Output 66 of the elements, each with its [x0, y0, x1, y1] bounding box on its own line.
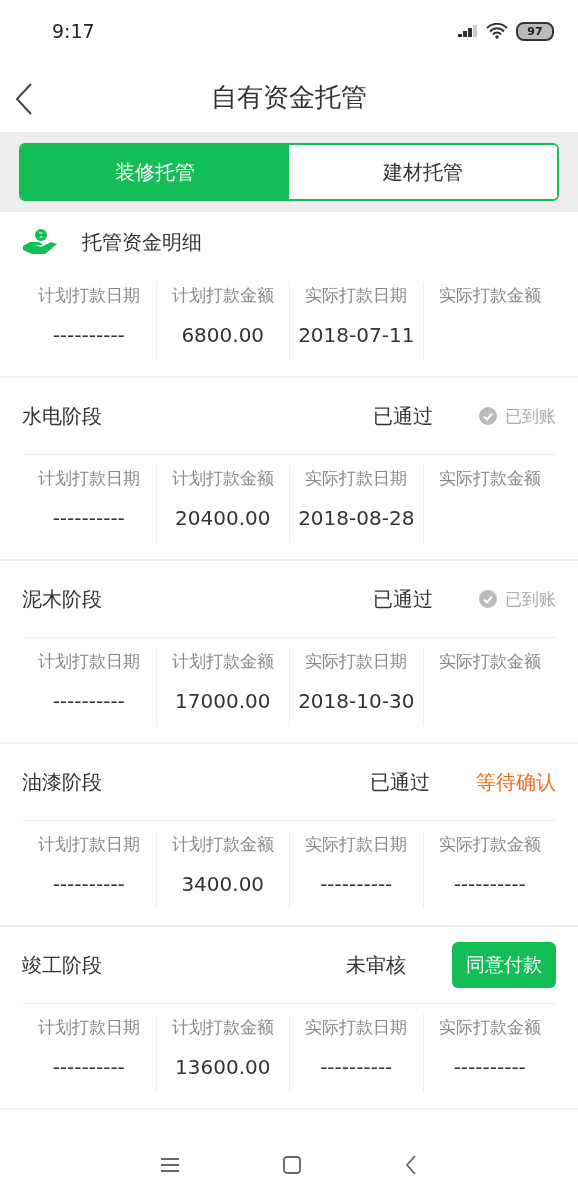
table-cell: 3400.00	[181, 872, 265, 896]
status-time: 9:17	[52, 20, 95, 42]
column-header: 计划打款金额	[171, 284, 274, 307]
column-header: 实际打款金额	[438, 284, 541, 307]
table-cell: 2018-10-30	[298, 689, 415, 713]
stage-name: 水电阶段	[22, 402, 103, 430]
table-cell: ----------	[453, 1055, 526, 1079]
column-header: 实际打款金额	[438, 650, 541, 673]
column-header: 计划打款金额	[171, 833, 274, 856]
check-circle-icon	[479, 590, 497, 608]
column-header: 实际打款日期	[305, 467, 408, 490]
menu-button[interactable]	[159, 1155, 181, 1175]
column-header: 计划打款日期	[37, 284, 140, 307]
table-cell: ----------	[52, 323, 125, 347]
table-cell: ----------	[453, 872, 526, 896]
stage-name: 泥木阶段	[22, 585, 103, 613]
table-cell: 20400.00	[175, 506, 271, 530]
wifi-icon	[486, 23, 508, 39]
table-cell: ----------	[320, 1055, 393, 1079]
review-status: 已通过	[373, 402, 433, 430]
review-status: 已通过	[373, 585, 433, 613]
signal-icon	[458, 24, 478, 38]
column-header: 计划打款金额	[171, 467, 274, 490]
column-header: 实际打款日期	[305, 650, 408, 673]
home-button[interactable]	[281, 1154, 303, 1176]
back-nav-button[interactable]	[403, 1153, 419, 1177]
payout-status: 等待确认	[476, 768, 556, 796]
menu-icon	[161, 1157, 179, 1173]
table-cell: ----------	[52, 1055, 125, 1079]
column-header: 计划打款日期	[37, 467, 140, 490]
column-header: 计划打款日期	[37, 1016, 140, 1039]
table-cell: ----------	[52, 872, 125, 896]
table-cell: ----------	[320, 872, 393, 896]
tab[interactable]: 装修托管	[21, 145, 289, 199]
column-header: 实际打款日期	[305, 1016, 408, 1039]
review-status: 未审核	[346, 951, 406, 979]
column-header: 计划打款日期	[37, 650, 140, 673]
page-title: 自有资金托管	[211, 80, 367, 114]
square-icon	[283, 1156, 301, 1174]
payout-label: 已到账	[505, 587, 556, 611]
stage-name: 竣工阶段	[22, 951, 103, 979]
column-header: 实际打款金额	[438, 1016, 541, 1039]
column-header: 计划打款金额	[171, 1016, 274, 1039]
column-header: 实际打款日期	[305, 833, 408, 856]
back-icon	[405, 1155, 417, 1175]
review-status: 已通过	[370, 768, 430, 796]
column-header: 实际打款金额	[438, 833, 541, 856]
column-header: 实际打款金额	[438, 467, 541, 490]
battery-indicator: 97	[516, 21, 554, 41]
table-cell: ----------	[52, 506, 125, 530]
column-header: 实际打款日期	[305, 284, 408, 307]
table-cell: 2018-07-11	[298, 323, 415, 347]
payout-label: 已到账	[505, 404, 556, 428]
back-icon	[14, 83, 34, 115]
table-cell: 17000.00	[175, 689, 271, 713]
stage-name: 油漆阶段	[22, 768, 103, 796]
tab[interactable]: 建材托管	[289, 145, 557, 199]
table-cell: 6800.00	[181, 323, 265, 347]
section-title: 托管资金明细	[82, 228, 202, 256]
table-cell: ----------	[52, 689, 125, 713]
table-cell: 13600.00	[175, 1055, 271, 1079]
column-header: 计划打款日期	[37, 833, 140, 856]
table-cell: 2018-08-28	[298, 506, 415, 530]
approve-payment-button[interactable]: 同意付款	[452, 942, 556, 988]
column-header: 计划打款金额	[171, 650, 274, 673]
check-circle-icon	[479, 407, 497, 425]
